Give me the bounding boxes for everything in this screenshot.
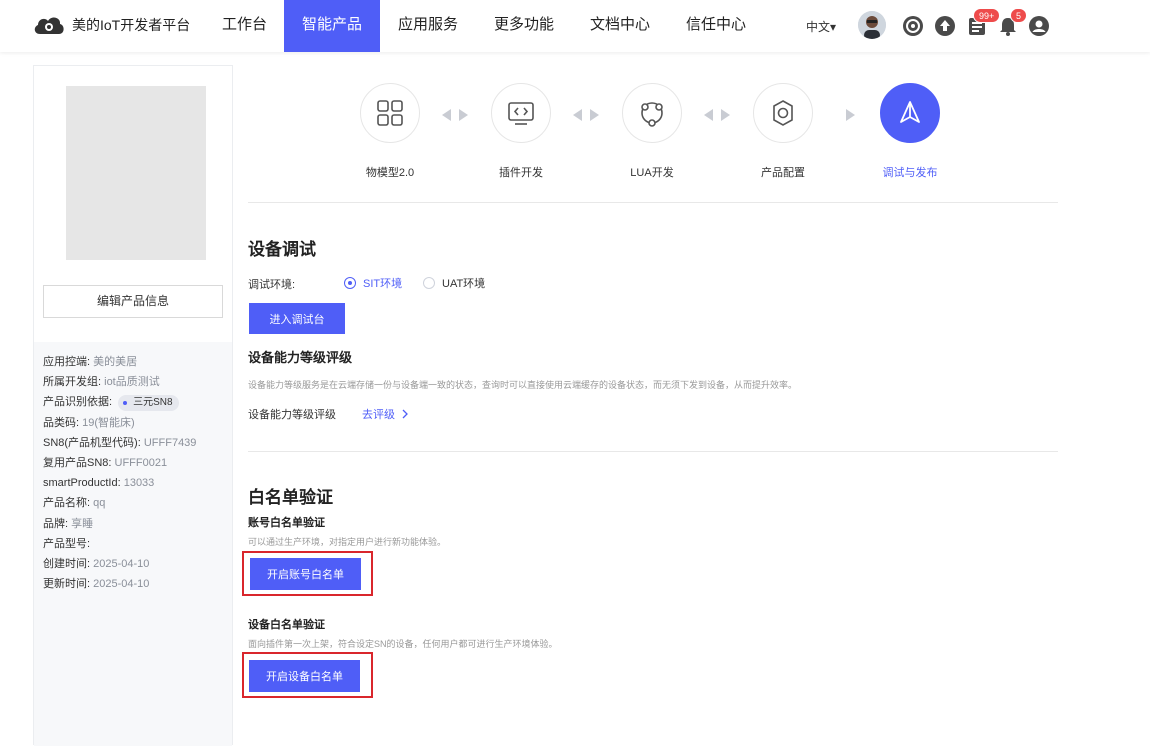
step-debug-release[interactable]: 调试与发布	[880, 83, 940, 179]
capability-level-desc: 设备能力等级服务是在云端存储一份与设备端一致的状态，查询时可以直接使用云端缓存的…	[248, 380, 798, 390]
step-arrows	[572, 107, 600, 123]
info-row-reuse-sn8: 复用产品SN8: UFFF0021	[43, 456, 168, 469]
nav-item-workbench[interactable]: 工作台	[205, 0, 284, 52]
user-icon[interactable]	[1028, 15, 1050, 37]
radio-unchecked-icon	[423, 277, 435, 289]
info-row-model: 产品型号:	[43, 537, 91, 550]
step-label: 插件开发	[499, 167, 543, 179]
divider	[248, 451, 1058, 452]
enable-account-whitelist-button[interactable]: 开启账号白名单	[250, 558, 361, 590]
brand-name: 美的IoT开发者平台	[72, 17, 191, 33]
step-label: 物模型2.0	[365, 167, 415, 179]
nav-item-docs[interactable]: 文档中心	[572, 0, 668, 52]
info-row-dev-group: 所属开发组: iot品质测试	[43, 376, 160, 389]
nodes-icon	[641, 102, 663, 127]
debug-env-label: 调试环境:	[248, 279, 296, 291]
step-product-config[interactable]: 产品配置	[753, 83, 813, 179]
info-row-updated: 更新时间: 2025-04-10	[43, 578, 150, 591]
language-switcher[interactable]: 中文▾	[806, 18, 836, 35]
info-row-product-name: 产品名称: qq	[43, 497, 106, 510]
step-plugin-dev[interactable]: 插件开发	[491, 83, 551, 179]
device-whitelist-title: 设备白名单验证	[248, 619, 325, 631]
paper-plane-icon	[900, 101, 920, 123]
top-nav-bar: 美的IoT开发者平台 工作台 智能产品 应用服务 更多功能 文档中心 信任中心 …	[0, 0, 1150, 52]
main-nav: 工作台 智能产品 应用服务 更多功能 文档中心 信任中心	[205, 0, 764, 52]
enable-device-whitelist-button[interactable]: 开启设备白名单	[249, 660, 360, 692]
device-debug-title: 设备调试	[248, 240, 316, 259]
divider	[248, 202, 1058, 203]
enter-debug-console-button[interactable]: 进入调试台	[249, 303, 345, 334]
step-label: 产品配置	[761, 167, 805, 179]
info-row-created: 创建时间: 2025-04-10	[43, 557, 150, 570]
cloud-logo-icon	[34, 17, 64, 34]
step-thing-model[interactable]: 物模型2.0	[360, 83, 420, 179]
info-row-category-code: 品类码: 19(智能床)	[43, 416, 135, 429]
upload-icon[interactable]	[934, 15, 956, 37]
radio-uat-env[interactable]: UAT环境	[423, 275, 485, 291]
user-avatar[interactable]	[858, 11, 886, 39]
nav-item-app-services[interactable]: 应用服务	[380, 0, 476, 52]
product-sidebar: 编辑产品信息 应用控端: 美的美居 所属开发组: iot品质测试 产品识别依据:…	[33, 65, 233, 746]
info-row-identify-basis: 产品识别依据: 三元SN8	[43, 393, 232, 413]
capability-level-label: 设备能力等级评级	[248, 409, 336, 421]
step-label: LUA开发	[630, 167, 674, 179]
chevron-right-icon	[402, 409, 408, 419]
grid-icon	[377, 100, 403, 126]
notifications-badge: 5	[1010, 8, 1028, 23]
nav-item-more-features[interactable]: 更多功能	[476, 0, 572, 52]
go-rate-link[interactable]: 去评级	[362, 406, 410, 422]
step-label: 调试与发布	[882, 167, 938, 179]
identify-basis-chip: 三元SN8	[118, 395, 179, 412]
info-row-sn8: SN8(产品机型代码): UFFF7439	[43, 436, 197, 449]
whitelist-title: 白名单验证	[248, 488, 333, 507]
radio-sit-env[interactable]: SIT环境	[344, 275, 402, 291]
step-arrows	[441, 107, 469, 123]
radio-checked-icon	[344, 277, 356, 289]
step-lua-dev[interactable]: LUA开发	[622, 83, 682, 179]
step-arrow	[843, 107, 857, 123]
product-image-placeholder	[66, 86, 206, 260]
info-row-brand: 品牌: 享睡	[43, 517, 94, 530]
gear-icon	[773, 100, 793, 126]
account-whitelist-desc: 可以通过生产环境，对指定用户进行新功能体验。	[248, 537, 447, 547]
code-monitor-icon	[508, 102, 534, 125]
nav-item-trust-center[interactable]: 信任中心	[668, 0, 764, 52]
product-info-list: 应用控端: 美的美居 所属开发组: iot品质测试 产品识别依据: 三元SN8 …	[34, 342, 232, 746]
capability-level-title: 设备能力等级评级	[248, 350, 353, 365]
nav-item-smart-products[interactable]: 智能产品	[284, 0, 380, 52]
step-arrows	[703, 107, 731, 123]
target-icon[interactable]	[902, 15, 924, 37]
info-row-app-control: 应用控端: 美的美居	[43, 356, 138, 368]
brand-logo[interactable]: 美的IoT开发者平台	[32, 14, 190, 36]
account-whitelist-title: 账号白名单验证	[248, 517, 325, 529]
edit-product-info-button[interactable]: 编辑产品信息	[43, 285, 223, 318]
info-row-smart-product-id: smartProductId: 13033	[43, 477, 155, 490]
device-whitelist-desc: 面向插件第一次上架，符合设定SN的设备，任何用户都可进行生产环境体验。	[248, 639, 558, 649]
